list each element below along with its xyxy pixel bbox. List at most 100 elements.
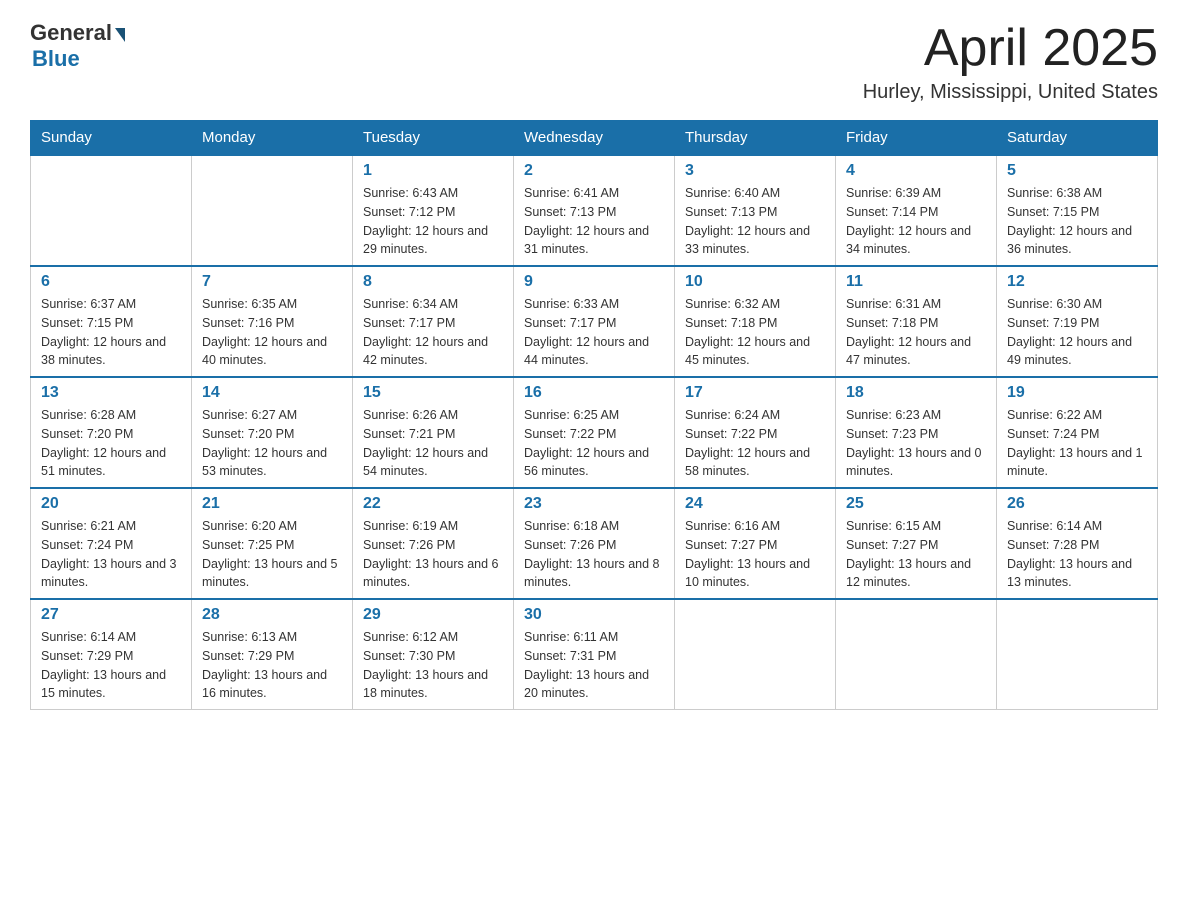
day-number: 19 (1007, 384, 1147, 402)
day-info: Sunrise: 6:21 AMSunset: 7:24 PMDaylight:… (41, 517, 181, 592)
day-number: 20 (41, 495, 181, 513)
calendar-cell: 27 Sunrise: 6:14 AMSunset: 7:29 PMDayligh… (31, 599, 192, 710)
calendar-cell: 20 Sunrise: 6:21 AMSunset: 7:24 PMDayligh… (31, 488, 192, 599)
day-info: Sunrise: 6:31 AMSunset: 7:18 PMDaylight:… (846, 295, 986, 370)
day-number: 6 (41, 273, 181, 291)
day-number: 30 (524, 606, 664, 624)
weekday-header: Friday (836, 121, 997, 156)
day-number: 2 (524, 162, 664, 180)
day-info: Sunrise: 6:41 AMSunset: 7:13 PMDaylight:… (524, 184, 664, 259)
day-number: 24 (685, 495, 825, 513)
calendar-cell: 28 Sunrise: 6:13 AMSunset: 7:29 PMDayligh… (192, 599, 353, 710)
calendar-cell: 13Sunrise: 6:28 AMSunset: 7:20 PMDayligh… (31, 377, 192, 488)
day-number: 10 (685, 273, 825, 291)
day-number: 15 (363, 384, 503, 402)
day-info: Sunrise: 6:13 AMSunset: 7:29 PMDaylight:… (202, 628, 342, 703)
day-number: 17 (685, 384, 825, 402)
day-number: 18 (846, 384, 986, 402)
day-number: 12 (1007, 273, 1147, 291)
day-number: 8 (363, 273, 503, 291)
weekday-header: Wednesday (514, 121, 675, 156)
day-info: Sunrise: 6:27 AMSunset: 7:20 PMDaylight:… (202, 406, 342, 481)
weekday-header: Saturday (997, 121, 1158, 156)
day-number: 11 (846, 273, 986, 291)
calendar-cell: 17Sunrise: 6:24 AMSunset: 7:22 PMDayligh… (675, 377, 836, 488)
day-number: 16 (524, 384, 664, 402)
day-info: Sunrise: 6:12 AMSunset: 7:30 PMDaylight:… (363, 628, 503, 703)
day-info: Sunrise: 6:11 AMSunset: 7:31 PMDaylight:… (524, 628, 664, 703)
day-number: 1 (363, 162, 503, 180)
day-info: Sunrise: 6:35 AMSunset: 7:16 PMDaylight:… (202, 295, 342, 370)
day-number: 9 (524, 273, 664, 291)
calendar-location: Hurley, Mississippi, United States (863, 81, 1158, 104)
day-number: 5 (1007, 162, 1147, 180)
calendar-cell (675, 599, 836, 710)
calendar-cell: 15 Sunrise: 6:26 AMSunset: 7:21 PMDayligh… (353, 377, 514, 488)
day-number: 26 (1007, 495, 1147, 513)
day-info: Sunrise: 6:43 AMSunset: 7:12 PMDaylight:… (363, 184, 503, 259)
day-info: Sunrise: 6:30 AMSunset: 7:19 PMDaylight:… (1007, 295, 1147, 370)
weekday-header: Tuesday (353, 121, 514, 156)
weekday-header: Thursday (675, 121, 836, 156)
calendar-cell: 7 Sunrise: 6:35 AMSunset: 7:16 PMDaylight… (192, 266, 353, 377)
day-number: 4 (846, 162, 986, 180)
calendar-week-row: 13Sunrise: 6:28 AMSunset: 7:20 PMDayligh… (31, 377, 1158, 488)
day-number: 25 (846, 495, 986, 513)
calendar-cell: 19 Sunrise: 6:22 AMSunset: 7:24 PMDayligh… (997, 377, 1158, 488)
calendar-header-row: SundayMondayTuesdayWednesdayThursdayFrid… (31, 121, 1158, 156)
day-number: 28 (202, 606, 342, 624)
calendar-title: April 2025 (863, 20, 1158, 77)
day-info: Sunrise: 6:14 AMSunset: 7:29 PMDaylight:… (41, 628, 181, 703)
day-info: Sunrise: 6:26 AMSunset: 7:21 PMDaylight:… (363, 406, 503, 481)
day-number: 7 (202, 273, 342, 291)
calendar-week-row: 27 Sunrise: 6:14 AMSunset: 7:29 PMDayligh… (31, 599, 1158, 710)
day-info: Sunrise: 6:38 AMSunset: 7:15 PMDaylight:… (1007, 184, 1147, 259)
day-number: 29 (363, 606, 503, 624)
day-info: Sunrise: 6:16 AMSunset: 7:27 PMDaylight:… (685, 517, 825, 592)
day-info: Sunrise: 6:32 AMSunset: 7:18 PMDaylight:… (685, 295, 825, 370)
day-number: 21 (202, 495, 342, 513)
calendar-cell: 11 Sunrise: 6:31 AMSunset: 7:18 PMDayligh… (836, 266, 997, 377)
calendar-cell: 25 Sunrise: 6:15 AMSunset: 7:27 PMDayligh… (836, 488, 997, 599)
day-info: Sunrise: 6:33 AMSunset: 7:17 PMDaylight:… (524, 295, 664, 370)
calendar-cell: 3 Sunrise: 6:40 AMSunset: 7:13 PMDaylight… (675, 155, 836, 266)
calendar-cell: 9 Sunrise: 6:33 AMSunset: 7:17 PMDaylight… (514, 266, 675, 377)
calendar-cell: 5 Sunrise: 6:38 AMSunset: 7:15 PMDaylight… (997, 155, 1158, 266)
calendar-cell: 22Sunrise: 6:19 AMSunset: 7:26 PMDayligh… (353, 488, 514, 599)
calendar-cell: 14 Sunrise: 6:27 AMSunset: 7:20 PMDayligh… (192, 377, 353, 488)
day-info: Sunrise: 6:22 AMSunset: 7:24 PMDaylight:… (1007, 406, 1147, 481)
calendar-cell: 21 Sunrise: 6:20 AMSunset: 7:25 PMDayligh… (192, 488, 353, 599)
day-info: Sunrise: 6:20 AMSunset: 7:25 PMDaylight:… (202, 517, 342, 592)
day-info: Sunrise: 6:19 AMSunset: 7:26 PMDaylight:… (363, 517, 503, 592)
day-info: Sunrise: 6:39 AMSunset: 7:14 PMDaylight:… (846, 184, 986, 259)
day-info: Sunrise: 6:15 AMSunset: 7:27 PMDaylight:… (846, 517, 986, 592)
calendar-week-row: 1 Sunrise: 6:43 AMSunset: 7:12 PMDaylight… (31, 155, 1158, 266)
calendar-table: SundayMondayTuesdayWednesdayThursdayFrid… (30, 120, 1158, 710)
title-section: April 2025 Hurley, Mississippi, United S… (863, 20, 1158, 104)
calendar-cell: 29 Sunrise: 6:12 AMSunset: 7:30 PMDayligh… (353, 599, 514, 710)
day-number: 27 (41, 606, 181, 624)
day-info: Sunrise: 6:40 AMSunset: 7:13 PMDaylight:… (685, 184, 825, 259)
calendar-cell (836, 599, 997, 710)
calendar-cell: 4 Sunrise: 6:39 AMSunset: 7:14 PMDaylight… (836, 155, 997, 266)
calendar-cell (192, 155, 353, 266)
day-number: 23 (524, 495, 664, 513)
day-info: Sunrise: 6:18 AMSunset: 7:26 PMDaylight:… (524, 517, 664, 592)
calendar-cell: 30 Sunrise: 6:11 AMSunset: 7:31 PMDayligh… (514, 599, 675, 710)
calendar-cell: 1 Sunrise: 6:43 AMSunset: 7:12 PMDaylight… (353, 155, 514, 266)
calendar-cell (31, 155, 192, 266)
day-number: 14 (202, 384, 342, 402)
calendar-week-row: 20 Sunrise: 6:21 AMSunset: 7:24 PMDayligh… (31, 488, 1158, 599)
calendar-cell: 6 Sunrise: 6:37 AMSunset: 7:15 PMDaylight… (31, 266, 192, 377)
calendar-cell: 12 Sunrise: 6:30 AMSunset: 7:19 PMDayligh… (997, 266, 1158, 377)
calendar-cell: 26Sunrise: 6:14 AMSunset: 7:28 PMDayligh… (997, 488, 1158, 599)
calendar-cell: 23 Sunrise: 6:18 AMSunset: 7:26 PMDayligh… (514, 488, 675, 599)
logo-blue-text: Blue (32, 46, 80, 72)
day-info: Sunrise: 6:37 AMSunset: 7:15 PMDaylight:… (41, 295, 181, 370)
calendar-cell: 16Sunrise: 6:25 AMSunset: 7:22 PMDayligh… (514, 377, 675, 488)
day-info: Sunrise: 6:34 AMSunset: 7:17 PMDaylight:… (363, 295, 503, 370)
calendar-cell: 8 Sunrise: 6:34 AMSunset: 7:17 PMDaylight… (353, 266, 514, 377)
day-number: 3 (685, 162, 825, 180)
logo-general-text: General (30, 20, 112, 46)
day-info: Sunrise: 6:23 AMSunset: 7:23 PMDaylight:… (846, 406, 986, 481)
